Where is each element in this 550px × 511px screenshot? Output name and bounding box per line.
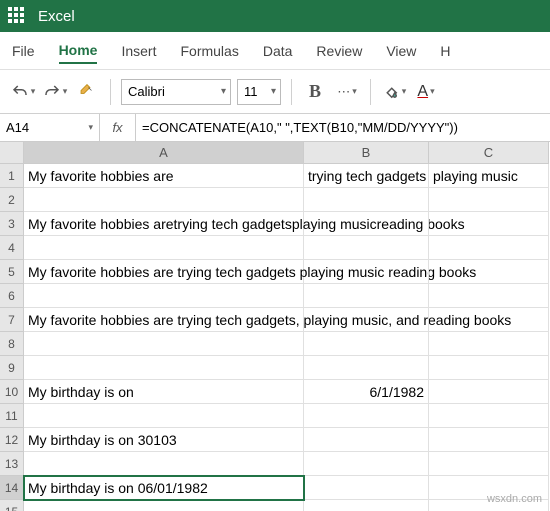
format-painter-button[interactable] bbox=[74, 79, 100, 105]
row-header-9[interactable]: 9 bbox=[0, 356, 24, 380]
font-size-select[interactable]: 11 bbox=[237, 79, 281, 105]
redo-button[interactable]: ▾ bbox=[42, 79, 68, 105]
cell-B6[interactable] bbox=[304, 284, 429, 308]
cell-B10[interactable]: 6/1/1982 bbox=[304, 380, 429, 404]
menu-formulas[interactable]: Formulas bbox=[180, 39, 238, 63]
menu-file[interactable]: File bbox=[12, 39, 35, 63]
row-header-5[interactable]: 5 bbox=[0, 260, 24, 284]
col-header-A[interactable]: A bbox=[24, 142, 304, 164]
formula-input[interactable]: =CONCATENATE(A10," ",TEXT(B10,"MM/DD/YYY… bbox=[136, 120, 550, 135]
row-header-14[interactable]: 14 bbox=[0, 476, 24, 500]
ellipsis-icon: ⋯ bbox=[337, 84, 350, 100]
cell-C7[interactable] bbox=[429, 308, 549, 332]
menu-home[interactable]: Home bbox=[59, 38, 98, 64]
cell-C3[interactable] bbox=[429, 212, 549, 236]
toolbar-separator bbox=[291, 79, 292, 105]
cell-A8[interactable] bbox=[24, 332, 304, 356]
cell-A3[interactable]: My favorite hobbies aretrying tech gadge… bbox=[24, 212, 304, 236]
row-header-10[interactable]: 10 bbox=[0, 380, 24, 404]
cell-A10[interactable]: My birthday is on bbox=[24, 380, 304, 404]
cell-C2[interactable] bbox=[429, 188, 549, 212]
menu-insert[interactable]: Insert bbox=[121, 39, 156, 63]
undo-button[interactable]: ▾ bbox=[10, 79, 36, 105]
menu-more[interactable]: H bbox=[440, 39, 450, 63]
cell-B11[interactable] bbox=[304, 404, 429, 428]
cell-reference: A14 bbox=[6, 120, 29, 135]
cell-B9[interactable] bbox=[304, 356, 429, 380]
cell-B15[interactable] bbox=[304, 500, 429, 511]
font-size-value: 11 bbox=[244, 84, 258, 99]
cell-C4[interactable] bbox=[429, 236, 549, 260]
row-header-4[interactable]: 4 bbox=[0, 236, 24, 260]
row-header-15[interactable]: 15 bbox=[0, 500, 24, 511]
bold-button[interactable]: B bbox=[302, 79, 328, 105]
font-color-a-icon: A bbox=[417, 83, 428, 101]
cell-C6[interactable] bbox=[429, 284, 549, 308]
cell-A1[interactable]: My favorite hobbies are bbox=[24, 164, 304, 188]
menu-review[interactable]: Review bbox=[316, 39, 362, 63]
row-header-2[interactable]: 2 bbox=[0, 188, 24, 212]
cell-C5[interactable] bbox=[429, 260, 549, 284]
cell-C1[interactable]: playing music bbox=[429, 164, 549, 188]
cell-A4[interactable] bbox=[24, 236, 304, 260]
font-name-value: Calibri bbox=[128, 84, 165, 99]
cell-A7[interactable]: My favorite hobbies are trying tech gadg… bbox=[24, 308, 304, 332]
title-bar: Excel bbox=[0, 0, 550, 32]
menu-data[interactable]: Data bbox=[263, 39, 293, 63]
more-formatting-button[interactable]: ⋯▾ bbox=[334, 79, 360, 105]
name-box[interactable]: A14 ▾ bbox=[0, 114, 100, 141]
cell-A14[interactable]: My birthday is on 06/01/1982 bbox=[24, 476, 304, 500]
cell-A11[interactable] bbox=[24, 404, 304, 428]
cell-B8[interactable] bbox=[304, 332, 429, 356]
cell-B13[interactable] bbox=[304, 452, 429, 476]
cell-A15[interactable] bbox=[24, 500, 304, 511]
row-header-13[interactable]: 13 bbox=[0, 452, 24, 476]
row-header-1[interactable]: 1 bbox=[0, 164, 24, 188]
cell-B5[interactable] bbox=[304, 260, 429, 284]
app-title: Excel bbox=[38, 8, 75, 25]
cell-C9[interactable] bbox=[429, 356, 549, 380]
font-color-button[interactable]: A▾ bbox=[413, 79, 439, 105]
cell-C12[interactable] bbox=[429, 428, 549, 452]
cell-B7[interactable] bbox=[304, 308, 429, 332]
toolbar-separator bbox=[370, 79, 371, 105]
cell-A6[interactable] bbox=[24, 284, 304, 308]
col-header-B[interactable]: B bbox=[304, 142, 429, 164]
cell-B4[interactable] bbox=[304, 236, 429, 260]
cell-C13[interactable] bbox=[429, 452, 549, 476]
cell-C8[interactable] bbox=[429, 332, 549, 356]
font-name-select[interactable]: Calibri bbox=[121, 79, 231, 105]
toolbar-separator bbox=[110, 79, 111, 105]
row-header-11[interactable]: 11 bbox=[0, 404, 24, 428]
select-all-corner[interactable] bbox=[0, 142, 24, 164]
cell-B1[interactable]: trying tech gadgets bbox=[304, 164, 429, 188]
col-header-C[interactable]: C bbox=[429, 142, 549, 164]
row-header-6[interactable]: 6 bbox=[0, 284, 24, 308]
ribbon-toolbar: ▾ ▾ Calibri 11 B ⋯▾ ▾ A▾ bbox=[0, 70, 550, 114]
app-launcher-icon[interactable] bbox=[8, 7, 26, 25]
cell-B2[interactable] bbox=[304, 188, 429, 212]
cell-C10[interactable] bbox=[429, 380, 549, 404]
fill-color-button[interactable]: ▾ bbox=[381, 79, 407, 105]
cell-A13[interactable] bbox=[24, 452, 304, 476]
row-header-7[interactable]: 7 bbox=[0, 308, 24, 332]
row-header-12[interactable]: 12 bbox=[0, 428, 24, 452]
spreadsheet-grid: A B C 1 My favorite hobbies are trying t… bbox=[0, 142, 550, 511]
chevron-down-icon: ▾ bbox=[88, 122, 93, 133]
cell-A2[interactable] bbox=[24, 188, 304, 212]
cell-A5[interactable]: My favorite hobbies are trying tech gadg… bbox=[24, 260, 304, 284]
menu-bar: File Home Insert Formulas Data Review Vi… bbox=[0, 32, 550, 70]
cell-A9[interactable] bbox=[24, 356, 304, 380]
cell-B12[interactable] bbox=[304, 428, 429, 452]
cell-C11[interactable] bbox=[429, 404, 549, 428]
row-header-3[interactable]: 3 bbox=[0, 212, 24, 236]
fx-icon[interactable]: fx bbox=[100, 114, 136, 141]
watermark: wsxdn.com bbox=[487, 493, 542, 505]
cell-B14[interactable] bbox=[304, 476, 429, 500]
cell-A12[interactable]: My birthday is on 30103 bbox=[24, 428, 304, 452]
row-header-8[interactable]: 8 bbox=[0, 332, 24, 356]
formula-bar: A14 ▾ fx =CONCATENATE(A10," ",TEXT(B10,"… bbox=[0, 114, 550, 142]
cell-B3[interactable] bbox=[304, 212, 429, 236]
menu-view[interactable]: View bbox=[386, 39, 416, 63]
